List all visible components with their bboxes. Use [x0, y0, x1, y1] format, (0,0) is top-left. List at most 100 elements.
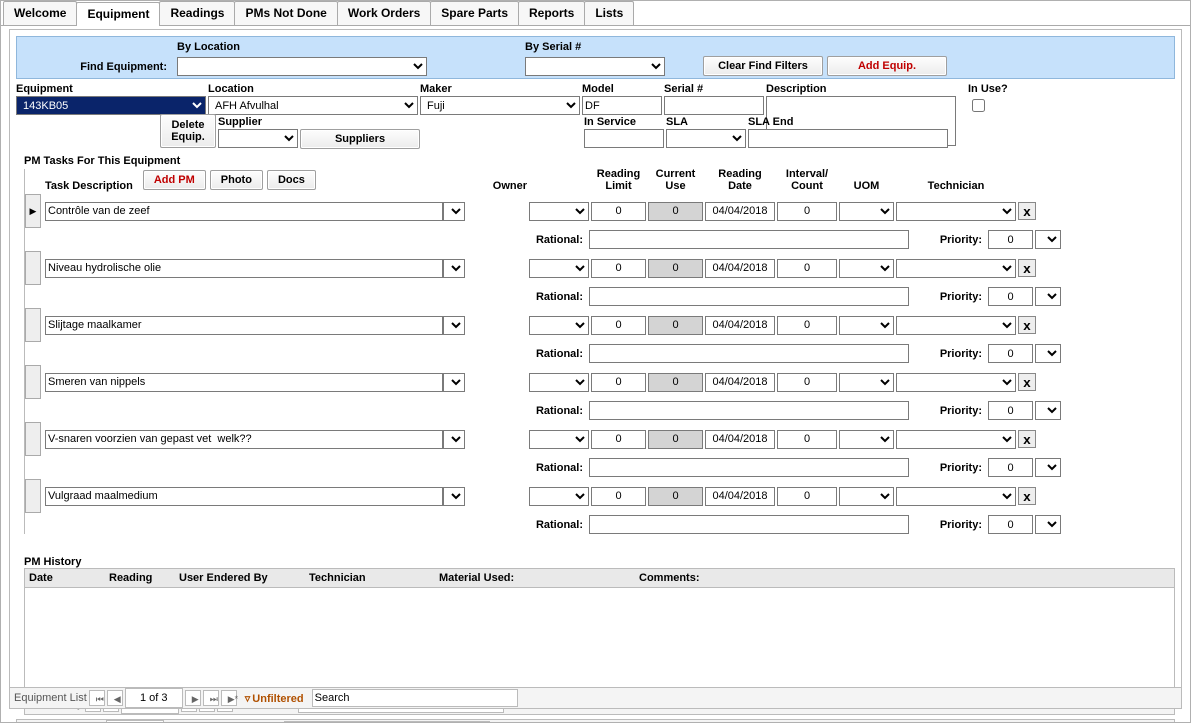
task-desc-dropdown[interactable]: [443, 430, 465, 449]
nav-first-icon[interactable]: ⏮: [89, 690, 105, 706]
owner-combo[interactable]: [529, 202, 589, 221]
priority-dropdown[interactable]: [1035, 287, 1061, 306]
nav-new-icon[interactable]: ▶*: [221, 690, 237, 706]
rational-field[interactable]: [589, 401, 909, 420]
task-desc-dropdown[interactable]: [443, 487, 465, 506]
by-location-combo[interactable]: [177, 57, 427, 76]
technician-combo[interactable]: [896, 487, 1016, 506]
priority-dropdown[interactable]: [1035, 515, 1061, 534]
technician-combo[interactable]: [896, 259, 1016, 278]
by-serial-combo[interactable]: [525, 57, 665, 76]
task-desc-field[interactable]: [45, 487, 443, 506]
reading-date-field[interactable]: [705, 430, 775, 449]
reading-limit-field[interactable]: [591, 202, 646, 221]
docs-button[interactable]: Docs: [267, 170, 316, 190]
interval-field[interactable]: [777, 259, 837, 278]
uom-combo[interactable]: [839, 373, 894, 392]
technician-combo[interactable]: [896, 430, 1016, 449]
tab-lists[interactable]: Lists: [584, 1, 634, 25]
task-desc-dropdown[interactable]: [443, 373, 465, 392]
priority-field[interactable]: [988, 230, 1033, 249]
in-use-checkbox[interactable]: [972, 99, 985, 112]
location-combo[interactable]: AFH Afvulhal: [208, 96, 418, 115]
equipment-list-search[interactable]: [312, 689, 518, 707]
reading-date-field[interactable]: [705, 487, 775, 506]
rational-field[interactable]: [589, 344, 909, 363]
priority-field[interactable]: [988, 287, 1033, 306]
task-desc-dropdown[interactable]: [443, 316, 465, 335]
uom-combo[interactable]: [839, 259, 894, 278]
task-desc-dropdown[interactable]: [443, 259, 465, 278]
rational-field[interactable]: [589, 287, 909, 306]
delete-row-button[interactable]: x: [1018, 487, 1036, 505]
delete-row-button[interactable]: x: [1018, 202, 1036, 220]
tab-readings[interactable]: Readings: [159, 1, 235, 25]
suppliers-button[interactable]: Suppliers: [300, 129, 420, 149]
owner-combo[interactable]: [529, 487, 589, 506]
reading-limit-field[interactable]: [591, 316, 646, 335]
owner-combo[interactable]: [529, 373, 589, 392]
uom-combo[interactable]: [839, 202, 894, 221]
uom-combo[interactable]: [839, 487, 894, 506]
priority-dropdown[interactable]: [1035, 458, 1061, 477]
model-field[interactable]: [582, 96, 662, 115]
priority-field[interactable]: [988, 515, 1033, 534]
uom-combo[interactable]: [839, 430, 894, 449]
reading-limit-field[interactable]: [591, 259, 646, 278]
nav-last-icon[interactable]: ⏭: [203, 690, 219, 706]
in-service-field[interactable]: [584, 129, 664, 148]
equipment-list-filter[interactable]: Unfiltered: [252, 693, 303, 705]
task-desc-field[interactable]: [45, 316, 443, 335]
equipment-combo[interactable]: 143KB05: [16, 96, 206, 115]
technician-combo[interactable]: [896, 202, 1016, 221]
interval-field[interactable]: [777, 430, 837, 449]
reading-limit-field[interactable]: [591, 487, 646, 506]
tab-equipment[interactable]: Equipment: [76, 2, 160, 26]
rational-field[interactable]: [589, 230, 909, 249]
uom-combo[interactable]: [839, 316, 894, 335]
rational-field[interactable]: [589, 515, 909, 534]
priority-field[interactable]: [988, 458, 1033, 477]
owner-combo[interactable]: [529, 430, 589, 449]
tab-welcome[interactable]: Welcome: [3, 1, 77, 25]
photo-button[interactable]: Photo: [210, 170, 263, 190]
row-selector[interactable]: [25, 308, 41, 342]
reading-date-field[interactable]: [705, 202, 775, 221]
priority-dropdown[interactable]: [1035, 401, 1061, 420]
reading-limit-field[interactable]: [591, 430, 646, 449]
priority-field[interactable]: [988, 401, 1033, 420]
delete-row-button[interactable]: x: [1018, 259, 1036, 277]
sla-end-field[interactable]: [748, 129, 948, 148]
priority-field[interactable]: [988, 344, 1033, 363]
clear-find-filters-button[interactable]: Clear Find Filters: [703, 56, 823, 76]
row-selector[interactable]: [25, 251, 41, 285]
tab-spare-parts[interactable]: Spare Parts: [430, 1, 519, 25]
owner-combo[interactable]: [529, 316, 589, 335]
priority-dropdown[interactable]: [1035, 344, 1061, 363]
row-selector[interactable]: [25, 194, 41, 228]
interval-field[interactable]: [777, 202, 837, 221]
technician-combo[interactable]: [896, 316, 1016, 335]
nav-prev-icon[interactable]: ◀: [107, 690, 123, 706]
task-desc-field[interactable]: [45, 430, 443, 449]
task-desc-field[interactable]: [45, 259, 443, 278]
supplier-combo[interactable]: [218, 129, 298, 148]
maker-combo[interactable]: Fuji: [420, 96, 580, 115]
interval-field[interactable]: [777, 373, 837, 392]
reading-limit-field[interactable]: [591, 373, 646, 392]
reading-date-field[interactable]: [705, 373, 775, 392]
tab-pms-not-done[interactable]: PMs Not Done: [234, 1, 337, 25]
delete-equip-button[interactable]: Delete Equip.: [160, 114, 216, 148]
task-desc-field[interactable]: [45, 373, 443, 392]
add-pm-button[interactable]: Add PM: [143, 170, 206, 190]
sla-combo[interactable]: [666, 129, 746, 148]
reading-date-field[interactable]: [705, 259, 775, 278]
equipment-list-counter[interactable]: [125, 688, 183, 708]
interval-field[interactable]: [777, 487, 837, 506]
technician-combo[interactable]: [896, 373, 1016, 392]
row-selector[interactable]: [25, 365, 41, 399]
add-equip-button[interactable]: Add Equip.: [827, 56, 947, 76]
tab-work-orders[interactable]: Work Orders: [337, 1, 431, 25]
priority-dropdown[interactable]: [1035, 230, 1061, 249]
row-selector[interactable]: [25, 479, 41, 513]
